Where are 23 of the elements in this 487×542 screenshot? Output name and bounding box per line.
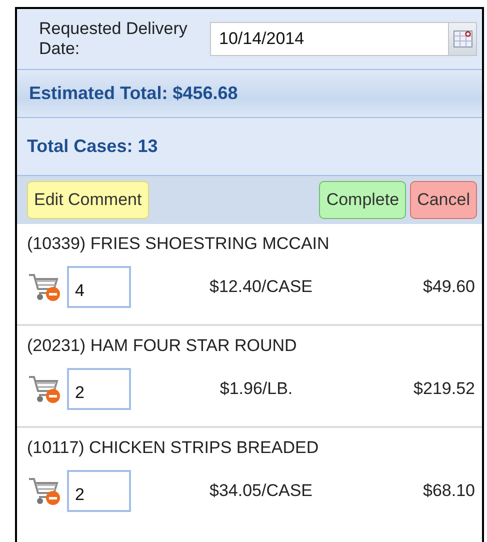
unit-price: $12.40/CASE — [208, 277, 314, 297]
cart-remove-icon[interactable] — [27, 373, 61, 405]
delivery-date-label: Requested Delivery Date: — [39, 19, 188, 59]
line-total: $68.10 — [423, 481, 475, 501]
comment-button[interactable]: Edit Comment — [27, 181, 149, 219]
total-cases: Total Cases: 13 — [17, 118, 482, 176]
cart-remove-icon[interactable] — [27, 271, 61, 303]
cancel-button[interactable]: Cancel — [410, 181, 477, 219]
cart-remove-icon[interactable] — [27, 475, 61, 507]
product-name: (20231) HAM FOUR STAR ROUND — [27, 336, 298, 356]
quantity-field[interactable]: 4 — [67, 266, 131, 308]
unit-price: $1.96/LB. — [218, 379, 294, 399]
product-name: (10339) FRIES SHOESTRING MCCAIN — [27, 234, 330, 254]
line-total: $219.52 — [414, 379, 475, 399]
line-total: $49.60 — [423, 277, 475, 297]
date-field[interactable]: 10/14/2014 — [210, 22, 449, 56]
unit-price: $34.05/CASE — [208, 481, 314, 501]
quantity-field[interactable]: 2 — [67, 470, 131, 512]
quantity-field[interactable]: 2 — [67, 368, 131, 410]
calendar-icon[interactable] — [452, 30, 472, 48]
complete-button[interactable]: Complete — [319, 181, 406, 219]
estimated-total: Estimated Total: $456.68 — [17, 70, 482, 118]
product-name: (10117) CHICKEN STRIPS BREADED — [27, 438, 320, 458]
